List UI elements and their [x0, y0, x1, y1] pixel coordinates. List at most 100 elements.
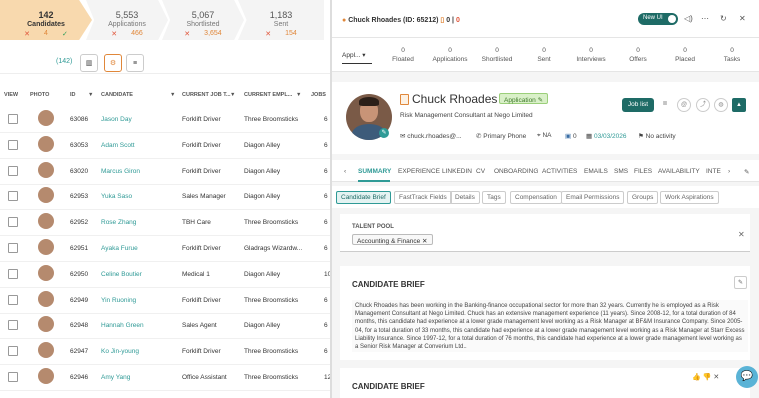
- table-row[interactable]: 63086 Jason Day Forklift Driver Three Broom…: [0, 107, 330, 133]
- tab-experience[interactable]: EXPERIENCE: [398, 168, 440, 175]
- candidate-name-link[interactable]: Ko Jin-young: [101, 348, 139, 355]
- job-list-button[interactable]: Job list: [622, 98, 654, 112]
- filter-icon[interactable]: ▼: [170, 92, 175, 98]
- new-ui-toggle[interactable]: New UI: [638, 13, 678, 25]
- candidate-name-link[interactable]: Adam Scott: [101, 142, 135, 149]
- tab-files[interactable]: FILES: [634, 168, 652, 175]
- view-document-icon[interactable]: [8, 320, 18, 331]
- table-row[interactable]: 62953 Yuka Saso Sales Manager Diagon Alley 6: [0, 184, 330, 211]
- view-document-icon[interactable]: [8, 139, 18, 150]
- docs-info[interactable]: ▣ 0: [565, 132, 577, 140]
- table-row[interactable]: 62951 Ayaka Furue Forklift Driver Gladrags …: [0, 236, 330, 262]
- globe-icon[interactable]: ◍: [714, 98, 728, 112]
- filter-icon[interactable]: ▼: [230, 92, 235, 98]
- edit-icon[interactable]: ✎: [734, 276, 747, 289]
- stage-candidates[interactable]: 142 Candidates ✕ 4 ✓: [0, 0, 92, 40]
- table-row[interactable]: 62950 Celine Boutier Medical 1 Diagon Alley…: [0, 262, 331, 288]
- pipeline-stat[interactable]: 0 Applications: [427, 46, 473, 64]
- stage-applications[interactable]: 5,553 Applications ✕ 466: [86, 0, 168, 40]
- candidate-name-link[interactable]: Ayaka Furue: [101, 245, 138, 252]
- subtab-tags[interactable]: Tags: [482, 191, 506, 204]
- brief-text[interactable]: Chuck Rhoades has been working in the Ba…: [352, 300, 748, 352]
- email-info[interactable]: ✉ chuck.rhoades@...: [400, 132, 462, 140]
- candidate-name-link[interactable]: Yin Ruoning: [101, 297, 136, 304]
- view-document-icon[interactable]: [8, 191, 18, 202]
- tab-activities[interactable]: ACTIVITIES: [542, 168, 577, 175]
- close-icon[interactable]: ✕: [738, 230, 745, 239]
- table-row[interactable]: 62947 Ko Jin-young Forklift Driver Three Br…: [0, 339, 330, 366]
- subtab-groups[interactable]: Groups: [627, 191, 659, 204]
- chevron-left-icon[interactable]: ‹: [344, 168, 346, 175]
- more-icon[interactable]: ⋯: [701, 14, 709, 23]
- subtab-candidate-brief[interactable]: Candidate Brief: [336, 191, 391, 204]
- filter-icon[interactable]: ▼: [88, 92, 93, 98]
- at-icon[interactable]: @: [677, 98, 691, 112]
- chevron-right-icon[interactable]: ›: [728, 168, 730, 175]
- refresh-icon[interactable]: ↻: [720, 14, 727, 23]
- view-document-icon[interactable]: [8, 268, 18, 279]
- pipeline-stat[interactable]: 0 Shortlisted: [474, 46, 520, 64]
- tab-availability[interactable]: AVAILABILITY: [658, 168, 700, 175]
- candidate-name-link[interactable]: Hannah Green: [101, 322, 144, 329]
- candidate-name-link[interactable]: Rose Zhang: [101, 219, 136, 226]
- view-document-icon[interactable]: [8, 217, 18, 228]
- tab-cv[interactable]: CV: [476, 168, 485, 175]
- application-select[interactable]: Appl... ▾: [342, 46, 372, 64]
- col-jobs[interactable]: JOBS: [311, 92, 326, 98]
- table-row[interactable]: 62946 Amy Yang Office Assistant Three Broom…: [0, 365, 331, 391]
- view-document-icon[interactable]: [8, 346, 18, 357]
- candidate-name-link[interactable]: Celine Boutier: [101, 271, 142, 278]
- grid-view-button[interactable]: ⚙: [104, 54, 122, 72]
- stage-shortlisted[interactable]: 5,067 Shortlisted ✕ 3,654: [162, 0, 244, 40]
- tab-onboarding[interactable]: ONBOARDING: [494, 168, 538, 175]
- layers-icon[interactable]: ≣: [658, 98, 672, 112]
- table-row[interactable]: 63020 Marcus Giron Forklift Driver Diagon A…: [0, 159, 330, 185]
- filter-icon[interactable]: ▼: [296, 92, 301, 98]
- tab-inte[interactable]: INTE: [706, 168, 721, 175]
- subtab-email-permissions[interactable]: Email Permissions: [561, 191, 625, 204]
- candidate-name-link[interactable]: Amy Yang: [101, 374, 130, 381]
- filter-button[interactable]: ≡: [126, 54, 144, 72]
- view-document-icon[interactable]: [8, 114, 18, 124]
- col-candidate[interactable]: CANDIDATE: [101, 92, 133, 98]
- stage-sent[interactable]: 1,183 Sent ✕ 154: [238, 0, 324, 40]
- subtab-work-aspirations[interactable]: Work Aspirations: [660, 191, 719, 204]
- pipeline-stat[interactable]: 0 Tasks: [709, 46, 755, 64]
- pipeline-stat[interactable]: 0 Offers: [615, 46, 661, 64]
- col-current-job[interactable]: CURRENT JOB T...: [182, 92, 231, 98]
- table-row[interactable]: 62949 Yin Ruoning Forklift Driver Three Bro…: [0, 288, 330, 314]
- chevron-up-icon[interactable]: ▲: [732, 98, 746, 112]
- edit-photo-icon[interactable]: ✎: [379, 128, 389, 138]
- subtab-fasttrack-fields[interactable]: FastTrack Fields: [394, 191, 452, 204]
- view-document-icon[interactable]: [8, 294, 18, 305]
- close-icon[interactable]: ✕: [739, 14, 746, 23]
- table-row[interactable]: 63053 Adam Scott Forklift Driver Diagon All…: [0, 133, 330, 159]
- thumbs-up-icon[interactable]: 👍: [692, 374, 701, 381]
- pipeline-stat[interactable]: 0 Sent: [521, 46, 567, 64]
- candidate-name-link[interactable]: Jason Day: [101, 116, 132, 123]
- col-view[interactable]: VIEW: [4, 92, 18, 98]
- table-row[interactable]: 62948 Hannah Green Sales Agent Diagon Alley…: [0, 313, 330, 340]
- pipeline-stat[interactable]: 0 Placed: [662, 46, 708, 64]
- thumbs-down-icon[interactable]: 👎: [703, 374, 712, 381]
- col-id[interactable]: ID: [70, 92, 76, 98]
- tab-emails[interactable]: EMAILS: [584, 168, 608, 175]
- tab-summary[interactable]: SUMMARY: [358, 168, 391, 175]
- view-document-icon[interactable]: [8, 165, 18, 176]
- candidate-name-link[interactable]: Marcus Giron: [101, 168, 140, 175]
- table-row[interactable]: 62952 Rose Zhang TBH Care Three Broomsticks…: [0, 210, 330, 237]
- tab-sms[interactable]: SMS: [614, 168, 628, 175]
- candidate-name-link[interactable]: Yuka Saso: [101, 193, 132, 200]
- view-document-icon[interactable]: [8, 372, 18, 382]
- view-document-icon[interactable]: [8, 243, 18, 253]
- tab-linkedin[interactable]: LINKEDIN: [442, 168, 472, 175]
- share-icon[interactable]: ⤴: [696, 98, 710, 112]
- talent-pool-chip[interactable]: Accounting & Finance ✕: [352, 234, 433, 245]
- pipeline-stat[interactable]: 0 Interviews: [568, 46, 614, 64]
- pipeline-stat[interactable]: 0 Floated: [380, 46, 426, 64]
- columns-button[interactable]: ▥: [80, 54, 98, 72]
- status-badge[interactable]: Application ✎: [499, 93, 549, 104]
- col-current-employer[interactable]: CURRENT EMPL...: [244, 92, 292, 98]
- col-photo[interactable]: PHOTO: [30, 92, 49, 98]
- edit-icon[interactable]: ✎: [744, 168, 749, 176]
